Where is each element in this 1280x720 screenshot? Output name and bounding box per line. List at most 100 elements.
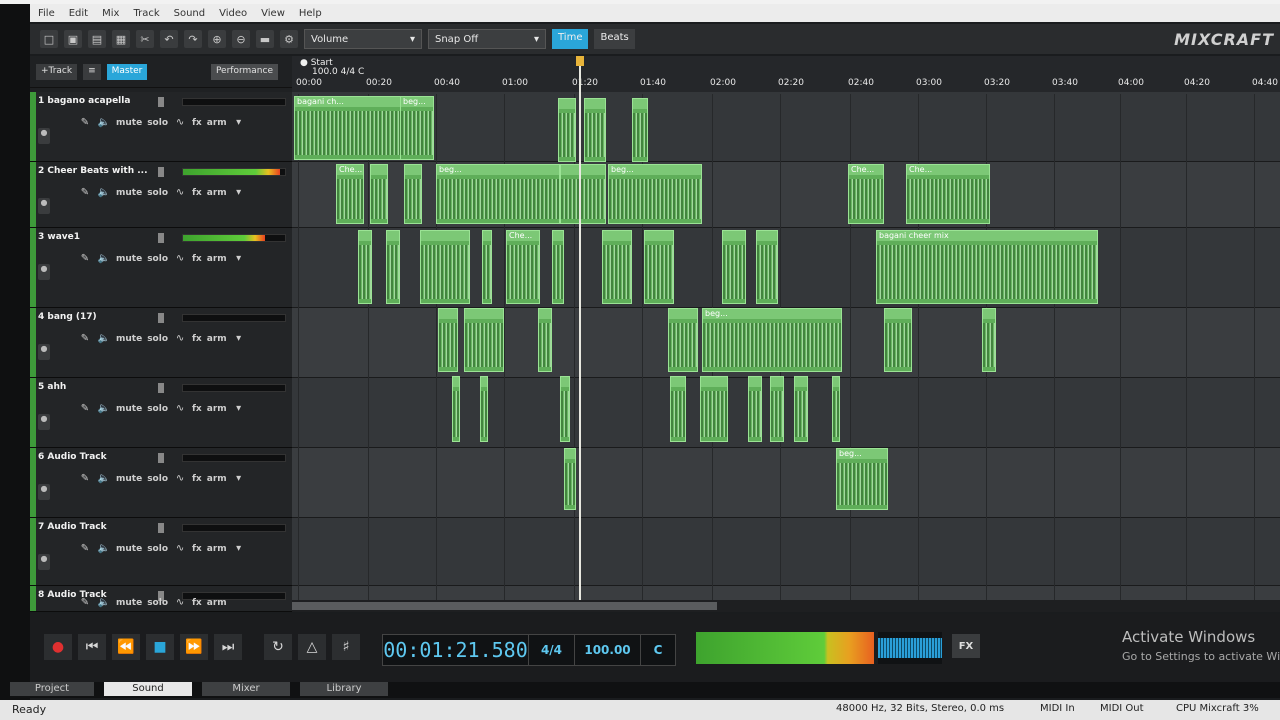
chevron-down-icon[interactable]: ▾ xyxy=(232,186,246,200)
audio-clip[interactable] xyxy=(722,230,746,304)
mute-button[interactable]: mute xyxy=(116,544,142,554)
speaker-icon[interactable]: 🔈 xyxy=(97,332,111,346)
arrangement-timeline[interactable]: ● Start 100.0 4/4 C 00:00 00:20 00:40 01:00… xyxy=(292,56,1280,612)
track-fx-button[interactable]: fx xyxy=(192,334,202,344)
track-lane[interactable] xyxy=(292,378,1280,448)
playhead[interactable] xyxy=(579,56,581,612)
horizontal-scroll-thumb[interactable] xyxy=(292,602,717,610)
arm-button[interactable]: arm xyxy=(207,474,227,484)
track-volume-fader[interactable] xyxy=(158,523,164,533)
speaker-icon[interactable]: 🔈 xyxy=(97,596,111,610)
automation-icon[interactable]: ∿ xyxy=(173,402,187,416)
zoom-in-icon[interactable]: ⊕ xyxy=(208,30,226,48)
zoom-fit-icon[interactable]: ▬ xyxy=(256,30,274,48)
audio-clip[interactable] xyxy=(794,376,808,442)
instrument-icon[interactable]: ● xyxy=(38,414,50,430)
audio-clip[interactable] xyxy=(404,164,422,224)
menu-file[interactable]: File xyxy=(38,8,55,19)
audio-clip[interactable] xyxy=(748,376,762,442)
track-volume-fader[interactable] xyxy=(158,453,164,463)
track-name[interactable]: 5 ahh xyxy=(38,382,66,392)
track-name[interactable]: 4 bang (17) xyxy=(38,312,97,322)
arm-button[interactable]: arm xyxy=(207,544,227,554)
automation-icon[interactable]: ∿ xyxy=(173,596,187,610)
audio-clip[interactable] xyxy=(538,308,552,372)
chevron-down-icon[interactable]: ▾ xyxy=(232,252,246,266)
record-button[interactable]: ● xyxy=(44,634,72,660)
pencil-icon[interactable]: ✎ xyxy=(78,186,92,200)
performance-button[interactable]: Performance xyxy=(210,63,278,80)
audio-clip[interactable] xyxy=(464,308,504,372)
redo-icon[interactable]: ↷ xyxy=(184,30,202,48)
tab-project[interactable]: Project xyxy=(10,682,94,696)
instrument-icon[interactable]: ● xyxy=(38,128,50,144)
tempo-marker[interactable]: 100.0 4/4 C xyxy=(312,67,364,77)
track-fx-button[interactable]: fx xyxy=(192,544,202,554)
open-recent-icon[interactable]: ▤ xyxy=(88,30,106,48)
tab-library[interactable]: Library xyxy=(300,682,388,696)
menu-edit[interactable]: Edit xyxy=(69,8,88,19)
track-header[interactable]: 3 wave1 ✎ 🔈 mute solo ∿ fx arm ▾ ● xyxy=(30,228,292,308)
solo-button[interactable]: solo xyxy=(147,474,168,484)
pencil-icon[interactable]: ✎ xyxy=(78,116,92,130)
key-display[interactable]: C xyxy=(641,635,675,665)
tempo-display[interactable]: 100.00 xyxy=(575,635,641,665)
track-volume-fader[interactable] xyxy=(158,167,164,177)
solo-button[interactable]: solo xyxy=(147,334,168,344)
snap-select[interactable]: Snap Off ▾ xyxy=(428,29,546,49)
save-icon[interactable]: ▦ xyxy=(112,30,130,48)
metronome-button[interactable]: △ xyxy=(298,634,326,660)
audio-clip[interactable] xyxy=(632,98,648,162)
audio-clip[interactable]: Che... xyxy=(848,164,884,224)
audio-clip[interactable] xyxy=(884,308,912,372)
audio-clip[interactable]: beg... xyxy=(608,164,702,224)
track-header[interactable]: 4 bang (17) ✎ 🔈 mute solo ∿ fx arm ▾ ● xyxy=(30,308,292,378)
menu-mix[interactable]: Mix xyxy=(102,8,119,19)
track-header[interactable]: 2 Cheer Beats with ... ✎ 🔈 mute solo ∿ f… xyxy=(30,162,292,228)
mute-button[interactable]: mute xyxy=(116,118,142,128)
add-track-button[interactable]: +Track xyxy=(36,63,78,80)
track-lane[interactable] xyxy=(292,92,1280,162)
track-lane[interactable] xyxy=(292,518,1280,586)
go-to-start-button[interactable]: ⏮ xyxy=(78,634,106,660)
tab-sound[interactable]: Sound xyxy=(104,682,192,696)
go-to-end-button[interactable]: ⏭ xyxy=(214,634,242,660)
track-volume-fader[interactable] xyxy=(158,313,164,323)
arm-button[interactable]: arm xyxy=(207,188,227,198)
tuner-button[interactable]: ♯ xyxy=(332,634,360,660)
mute-button[interactable]: mute xyxy=(116,334,142,344)
track-fx-button[interactable]: fx xyxy=(192,188,202,198)
track-volume-fader[interactable] xyxy=(158,383,164,393)
solo-button[interactable]: solo xyxy=(147,544,168,554)
speaker-icon[interactable]: 🔈 xyxy=(97,472,111,486)
pencil-icon[interactable]: ✎ xyxy=(78,472,92,486)
pencil-icon[interactable]: ✎ xyxy=(78,542,92,556)
audio-clip[interactable]: bagani cheer mix xyxy=(876,230,1098,304)
track-volume-fader[interactable] xyxy=(158,97,164,107)
audio-clip[interactable] xyxy=(832,376,840,442)
position-counter[interactable]: 00:01:21.580 4/4 100.00 C xyxy=(382,634,676,666)
arm-button[interactable]: arm xyxy=(207,118,227,128)
instrument-icon[interactable]: ● xyxy=(38,344,50,360)
audio-clip[interactable] xyxy=(584,98,606,162)
mute-button[interactable]: mute xyxy=(116,254,142,264)
audio-clip[interactable]: bagani ch... xyxy=(294,96,402,160)
pencil-icon[interactable]: ✎ xyxy=(78,332,92,346)
menu-sound[interactable]: Sound xyxy=(174,8,206,19)
track-header[interactable]: 8 Audio Track ✎ 🔈 mute solo ∿ fx arm xyxy=(30,586,292,612)
tab-mixer[interactable]: Mixer xyxy=(202,682,290,696)
audio-clip[interactable]: beg... xyxy=(400,96,434,160)
audio-clip[interactable] xyxy=(438,308,458,372)
track-list-menu-icon[interactable]: ≡ xyxy=(83,63,101,80)
track-volume-fader[interactable] xyxy=(158,233,164,243)
automation-icon[interactable]: ∿ xyxy=(173,542,187,556)
mute-button[interactable]: mute xyxy=(116,188,142,198)
audio-clip[interactable] xyxy=(770,376,784,442)
speaker-icon[interactable]: 🔈 xyxy=(97,252,111,266)
audio-clip[interactable]: beg... xyxy=(436,164,560,224)
mute-button[interactable]: mute xyxy=(116,404,142,414)
speaker-icon[interactable]: 🔈 xyxy=(97,542,111,556)
audio-clip[interactable] xyxy=(670,376,686,442)
automation-icon[interactable]: ∿ xyxy=(173,116,187,130)
audio-clip[interactable] xyxy=(700,376,728,442)
